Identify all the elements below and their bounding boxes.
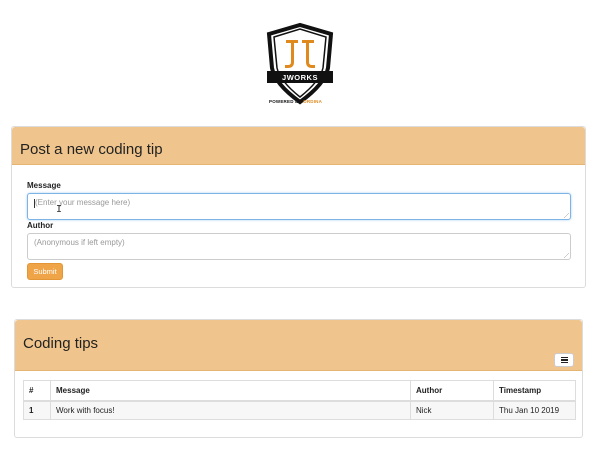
table-header-row: # Message Author Timestamp (23, 380, 576, 402)
cell-message: Work with focus! (50, 400, 411, 420)
author-placeholder: (Anonymous if left empty) (34, 238, 125, 247)
jworks-shield-icon: JWORKS (266, 22, 334, 105)
tips-table: # Message Author Timestamp 1 Work with f… (23, 380, 576, 420)
coding-tips-panel-heading: Coding tips (15, 320, 582, 371)
post-tip-panel-heading: Post a new coding tip (12, 127, 585, 165)
powered-by-brand: ORDINA (303, 99, 323, 104)
message-placeholder: (Enter your message here) (35, 198, 131, 207)
text-caret (34, 199, 35, 208)
coding-tips-title: Coding tips (23, 335, 99, 352)
coding-tips-panel: Coding tips # Message Author Timestamp 1… (14, 319, 583, 438)
cell-timestamp: Thu Jan 10 2019 (493, 400, 576, 420)
logo-wordmark: JWORKS (282, 73, 318, 82)
cell-author: Nick (410, 400, 494, 420)
submit-button[interactable]: Submit (27, 263, 63, 280)
message-input[interactable]: (Enter your message here) (27, 193, 571, 220)
hamburger-icon (560, 357, 568, 363)
message-label: Message (27, 181, 61, 190)
resize-grip-icon[interactable] (564, 253, 569, 258)
cell-number: 1 (23, 400, 51, 420)
resize-grip-icon[interactable] (564, 213, 569, 218)
jworks-logo: JWORKS (255, 22, 345, 108)
column-header-number: # (23, 380, 51, 402)
post-tip-title: Post a new coding tip (20, 141, 163, 158)
column-header-timestamp: Timestamp (493, 380, 576, 402)
table-row: 1 Work with focus! Nick Thu Jan 10 2019 (23, 400, 576, 420)
powered-by: POWERED BY ORDINA (269, 99, 322, 104)
ibeam-cursor-icon: I (56, 204, 63, 215)
post-tip-panel: Post a new coding tip Message (Enter you… (11, 126, 586, 288)
column-header-message: Message (50, 380, 411, 402)
column-header-author: Author (410, 380, 494, 402)
powered-by-text: POWERED BY (269, 99, 302, 104)
menu-button[interactable] (554, 353, 574, 367)
author-input[interactable]: (Anonymous if left empty) (27, 233, 571, 260)
author-label: Author (27, 221, 54, 230)
